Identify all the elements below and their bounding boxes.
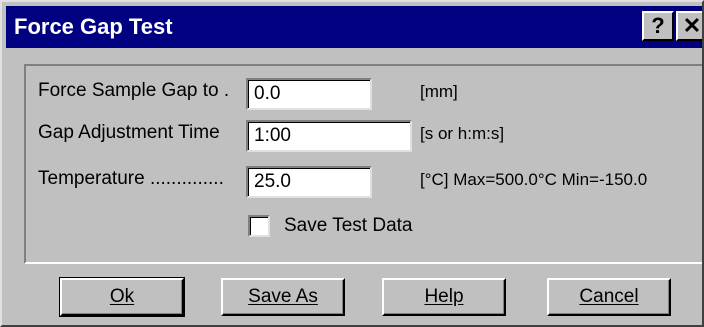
gap-time-unit: [s or h:m:s] bbox=[420, 124, 505, 143]
help-icon[interactable]: ? bbox=[642, 11, 674, 41]
ok-button[interactable]: Ok bbox=[59, 277, 185, 317]
gap-time-input[interactable] bbox=[246, 120, 412, 152]
force-gap-test-dialog: Force Gap Test ? ✕ Force Sample Gap to .… bbox=[0, 0, 704, 327]
close-icon[interactable]: ✕ bbox=[676, 11, 702, 41]
save-test-data-label[interactable]: Save Test Data bbox=[284, 215, 413, 237]
save-test-data-checkbox[interactable] bbox=[248, 215, 270, 237]
temperature-unit: [°C] Max=500.0°C Min=-150.0 bbox=[420, 170, 648, 189]
gap-time-label: Gap Adjustment Time bbox=[38, 122, 220, 143]
save-as-button[interactable]: Save As bbox=[221, 278, 345, 316]
dialog-title: Force Gap Test bbox=[14, 14, 173, 39]
title-bar[interactable]: Force Gap Test ? ✕ bbox=[6, 6, 702, 48]
force-gap-label: Force Sample Gap to . bbox=[38, 80, 230, 101]
temperature-input[interactable] bbox=[246, 166, 372, 198]
force-gap-unit: [mm] bbox=[420, 82, 458, 101]
cancel-button[interactable]: Cancel bbox=[547, 278, 671, 316]
force-gap-input[interactable] bbox=[246, 78, 372, 110]
help-button[interactable]: Help bbox=[382, 278, 506, 316]
temperature-label: Temperature .............. bbox=[38, 168, 224, 189]
